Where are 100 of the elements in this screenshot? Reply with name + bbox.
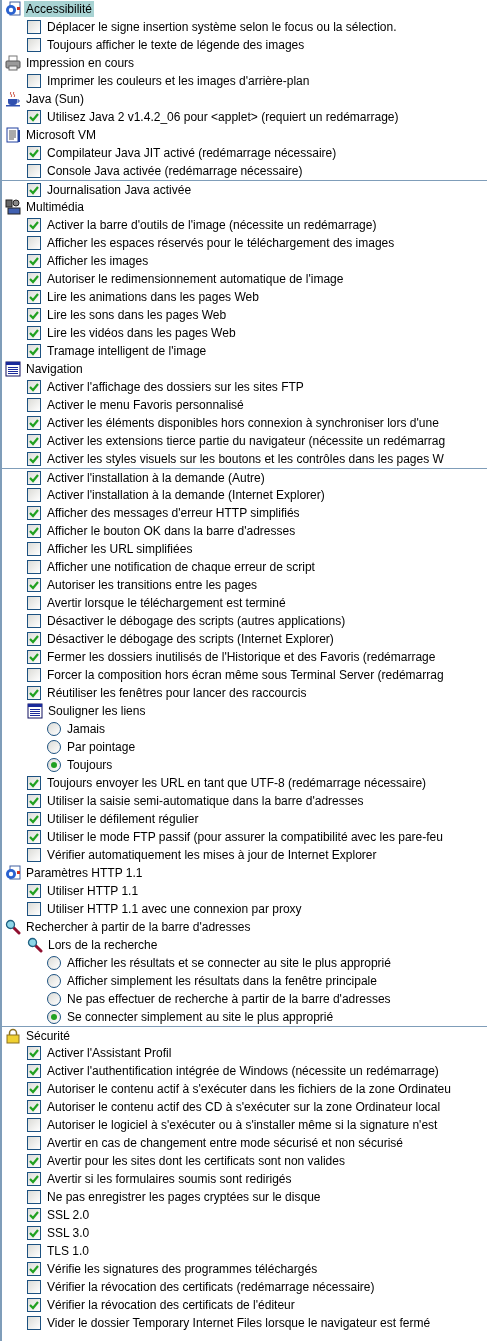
checkbox[interactable] [27,668,41,682]
checkbox[interactable] [27,164,41,178]
checkbox[interactable] [27,1244,41,1258]
checkbox[interactable] [27,434,41,448]
checkbox[interactable] [27,416,41,430]
checkbox[interactable] [27,1316,41,1330]
option-label: SSL 2.0 [47,1209,90,1221]
radio-button[interactable] [47,758,61,772]
checkbox[interactable] [27,650,41,664]
checkbox[interactable] [27,182,41,197]
checkbox[interactable] [27,272,41,286]
checkbox[interactable] [27,308,41,322]
checkbox[interactable] [27,578,41,592]
checkbox[interactable] [27,38,41,52]
checkbox[interactable] [27,326,41,340]
checkbox[interactable] [27,1172,41,1186]
checkbox[interactable] [27,1226,41,1240]
section-title[interactable]: Rechercher à partir de la barre d'adresses [24,919,253,935]
section-title[interactable]: Java (Sun) [24,91,87,107]
option-label: SSL 3.0 [47,1227,90,1239]
section-title[interactable]: Accessibilité [24,1,95,17]
option-label: Désactiver le débogage des scripts (Internet Explorer) [47,633,334,645]
checkbox[interactable] [27,884,41,898]
radio-button[interactable] [47,740,61,754]
checkbox[interactable] [27,146,41,160]
radio-button[interactable] [47,956,61,970]
checkbox[interactable] [27,470,41,485]
checkbox[interactable] [27,848,41,862]
checkbox[interactable] [27,1190,41,1204]
search-icon [5,919,21,935]
multimedia-icon [5,199,21,215]
checkbox[interactable] [27,452,41,466]
checkbox[interactable] [27,1136,41,1150]
checkbox[interactable] [27,1118,41,1132]
checkbox[interactable] [27,1046,41,1060]
checkbox[interactable] [27,344,41,358]
option-label: Ne pas enregistrer les pages cryptées sur le disque [47,1191,321,1203]
checkbox[interactable] [27,794,41,808]
option-label: Réutiliser les fenêtres pour lancer des raccourcis [47,687,307,699]
checkbox[interactable] [27,110,41,124]
section-title[interactable]: Sécurité [24,1027,73,1044]
checkbox[interactable] [27,776,41,790]
section-title[interactable]: Microsoft VM [24,127,98,143]
checkbox[interactable] [27,20,41,34]
checkbox[interactable] [27,830,41,844]
option-label: Ne pas effectuer de recherche à partir de la barre d'adresses [67,993,391,1005]
radio-button[interactable] [47,722,61,736]
option-label: Activer l'installation à la demande (Internet Explorer) [47,489,325,501]
option-label: Afficher les résultats et se connecter au site le plus approprié [67,957,391,969]
checkbox[interactable] [27,1100,41,1114]
option-label: Autoriser le contenu actif des CD à s'exécuter sur la zone Ordinateur local [47,1101,441,1113]
checkbox[interactable] [27,1298,41,1312]
checkbox[interactable] [27,488,41,502]
option-label: Afficher les images [47,255,149,267]
checkbox[interactable] [27,524,41,538]
option-label: Avertir pour les sites dont les certificats sont non valides [47,1155,345,1167]
checkbox[interactable] [27,506,41,520]
check-icon [29,184,39,195]
section-title[interactable]: Navigation [24,361,85,377]
checkbox[interactable] [27,1154,41,1168]
option-label: Vérifier la révocation des certificats de l'éditeur [47,1299,295,1311]
checkbox[interactable] [27,1280,41,1294]
option-label: Avertir lorsque le téléchargement est terminé [47,597,286,609]
checkbox[interactable] [27,254,41,268]
document-icon [5,127,21,143]
checkbox[interactable] [27,380,41,394]
check-icon [29,580,39,590]
section-title[interactable]: Impression en cours [24,55,137,71]
option-label: Imprimer les couleurs et les images d'arrière-plan [47,75,310,87]
checkbox[interactable] [27,1208,41,1222]
section-title[interactable]: Paramètres HTTP 1.1 [24,865,145,881]
coffee-cup-icon [5,91,21,107]
checkbox[interactable] [27,290,41,304]
checkbox[interactable] [27,398,41,412]
option-label: Désactiver le débogage des scripts (autres applications) [47,615,346,627]
checkbox[interactable] [27,542,41,556]
radio-button[interactable] [47,974,61,988]
group-title: Souligner les liens [48,705,146,717]
radio-button[interactable] [47,1010,61,1024]
section-title[interactable]: Multimédia [24,199,87,215]
option-label: Avertir si les formulaires soumis sont redirigés [47,1173,292,1185]
checkbox[interactable] [27,614,41,628]
check-icon [29,148,39,158]
option-label: Par pointage [67,741,136,753]
checkbox[interactable] [27,1064,41,1078]
option-label: Vérifier la révocation des certificats (redémarrage nécessaire) [47,1281,375,1293]
checkbox[interactable] [27,902,41,916]
checkbox[interactable] [27,1082,41,1096]
checkbox[interactable] [27,74,41,88]
radio-button[interactable] [47,992,61,1006]
option-label: Vider le dossier Temporary Internet Files lorsque le navigateur est fermé [47,1317,431,1329]
checkbox[interactable] [27,236,41,250]
option-label: Journalisation Java activée [47,183,192,196]
checkbox[interactable] [27,632,41,646]
checkbox[interactable] [27,1262,41,1276]
checkbox[interactable] [27,812,41,826]
checkbox[interactable] [27,560,41,574]
checkbox[interactable] [27,686,41,700]
checkbox[interactable] [27,218,41,232]
checkbox[interactable] [27,596,41,610]
